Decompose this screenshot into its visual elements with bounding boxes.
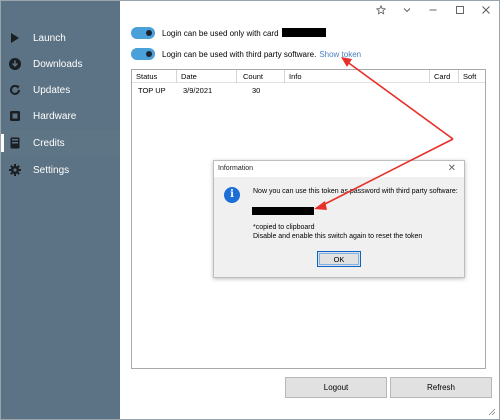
maximize-icon[interactable] <box>453 3 467 17</box>
card-login-option: Login can be used only with card <box>131 27 326 39</box>
gear-icon <box>9 164 21 176</box>
sidebar-item-label: Updates <box>33 84 71 96</box>
hardware-icon <box>9 110 21 122</box>
dialog-title: Information <box>218 165 254 172</box>
third-party-label: Login can be used with third party softw… <box>162 49 317 59</box>
column-header-date[interactable]: Date <box>177 70 237 83</box>
table-header: Status Date Count Info Card Soft <box>132 70 485 83</box>
card-login-toggle[interactable] <box>131 27 155 39</box>
sidebar-item-label: Credits <box>33 137 65 149</box>
column-header-soft[interactable]: Soft <box>459 70 485 83</box>
sidebar-item-label: Downloads <box>33 58 83 70</box>
cell-status: TOP UP <box>138 86 166 95</box>
title-bar <box>120 1 500 19</box>
sidebar-item-label: Hardware <box>33 110 77 122</box>
resize-grip-icon[interactable] <box>487 407 496 416</box>
info-icon: i <box>224 187 240 203</box>
cell-date: 3/9/2021 <box>183 86 213 95</box>
dialog-note-clipboard: *copied to clipboard <box>253 224 315 231</box>
column-header-status[interactable]: Status <box>132 70 177 83</box>
dialog-message: Now you can use this token as password w… <box>253 188 458 195</box>
cell-count: 30 <box>252 86 261 95</box>
redacted-card-number <box>281 28 326 37</box>
card-login-label: Login can be used only with card <box>162 28 326 38</box>
ok-button[interactable]: OK <box>317 251 361 267</box>
column-header-count[interactable]: Count <box>237 70 285 83</box>
refresh-icon <box>9 84 21 96</box>
close-icon[interactable]: ✕ <box>448 163 456 174</box>
pin-icon[interactable] <box>374 3 388 17</box>
play-icon <box>9 32 21 44</box>
information-dialog: Information ✕ i Now you can use this tok… <box>213 160 465 278</box>
sidebar-item-credits[interactable]: Credits <box>1 130 120 156</box>
close-icon[interactable] <box>479 3 493 17</box>
sidebar-item-label: Launch <box>33 32 66 44</box>
third-party-toggle[interactable] <box>131 48 155 60</box>
sidebar-item-downloads[interactable]: Downloads <box>1 51 120 77</box>
sidebar-item-hardware[interactable]: Hardware <box>1 103 120 129</box>
collapse-icon[interactable] <box>400 3 414 17</box>
third-party-option: Login can be used with third party softw… <box>131 48 361 60</box>
refresh-button[interactable]: Refresh <box>390 377 492 398</box>
logout-button[interactable]: Logout <box>285 377 387 398</box>
download-icon <box>9 58 21 70</box>
sidebar-item-settings[interactable]: Settings <box>1 157 120 183</box>
sidebar: Launch Downloads Updates Hardware Credit… <box>1 1 120 419</box>
sidebar-item-label: Settings <box>33 164 70 176</box>
column-header-info[interactable]: Info <box>285 70 430 83</box>
dialog-note-reset: Disable and enable this switch again to … <box>253 233 423 240</box>
dialog-title-bar: Information ✕ <box>214 161 464 177</box>
sidebar-item-launch[interactable]: Launch <box>1 25 120 51</box>
credits-icon <box>9 137 21 149</box>
app-window: Launch Downloads Updates Hardware Credit… <box>0 0 500 420</box>
show-token-link[interactable]: Show token <box>319 50 361 59</box>
redacted-token <box>252 207 314 215</box>
sidebar-item-updates[interactable]: Updates <box>1 77 120 103</box>
column-header-card[interactable]: Card <box>430 70 459 83</box>
minimize-icon[interactable] <box>426 3 440 17</box>
